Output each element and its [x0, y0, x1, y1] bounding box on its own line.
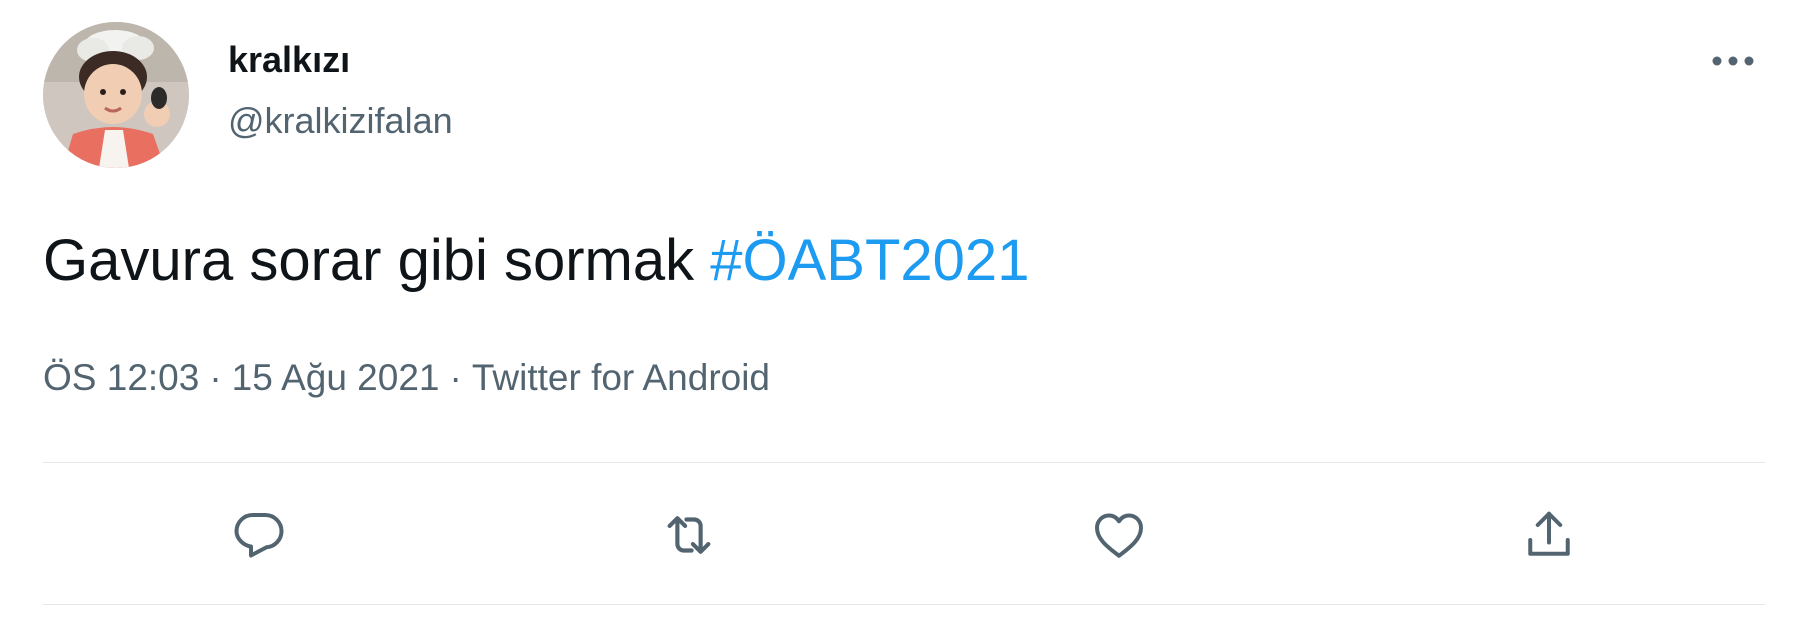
retweet-button[interactable] [654, 500, 724, 570]
retweet-icon [667, 516, 711, 554]
tweet-metadata: ÖS 12:03 · 15 Ağu 2021 · Twitter for Android [43, 355, 770, 401]
heart-icon [1095, 513, 1143, 558]
meta-separator: · [209, 357, 222, 398]
reply-button[interactable] [224, 500, 294, 570]
like-button[interactable] [1084, 500, 1154, 570]
meta-separator: · [449, 357, 462, 398]
tweet-source[interactable]: Twitter for Android [472, 357, 770, 398]
avatar[interactable] [43, 22, 189, 168]
more-options-icon [1712, 56, 1754, 66]
tweet-text: Gavura sorar gibi sormak #ÖABT2021 [43, 226, 1029, 296]
user-handle[interactable]: @kralkizifalan [228, 99, 453, 143]
divider [43, 462, 1765, 463]
share-button[interactable] [1514, 500, 1584, 570]
share-icon [1528, 511, 1570, 556]
display-name[interactable]: kralkızı [228, 38, 350, 82]
tweet-date[interactable]: 15 Ağu 2021 [232, 357, 440, 398]
tweet: kralkızı @kralkizifalan Gavura sorar gib… [0, 0, 1800, 632]
profile-photo-avatar-icon [43, 22, 189, 168]
tweet-time[interactable]: ÖS 12:03 [43, 357, 199, 398]
more-options-button[interactable] [1700, 36, 1766, 86]
reply-icon [234, 513, 284, 558]
tweet-body-text: Gavura sorar gibi sormak [43, 228, 695, 293]
divider [43, 604, 1765, 605]
hashtag-link[interactable]: #ÖABT2021 [710, 228, 1029, 293]
